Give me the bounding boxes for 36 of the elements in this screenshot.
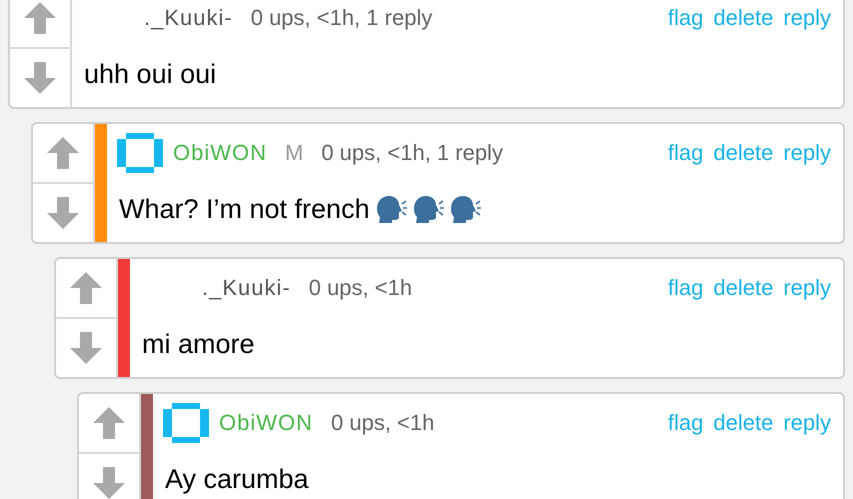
down-arrow-icon [92, 466, 126, 499]
action-link[interactable]: reply [783, 410, 831, 436]
username-link[interactable]: ObiWON [219, 410, 313, 436]
username-link[interactable]: ObiWON [173, 140, 267, 166]
comment-meta: 0 ups, <1h, 1 reply [250, 5, 432, 31]
down-arrow-icon [23, 61, 57, 95]
up-arrow-icon [23, 1, 57, 35]
up-arrow-icon [92, 406, 126, 440]
username-link[interactable]: ._Kuuki- [202, 275, 291, 301]
action-link[interactable]: reply [783, 275, 831, 301]
action-link[interactable]: delete [713, 275, 774, 301]
down-arrow-icon [46, 196, 80, 230]
up-arrow-icon [69, 271, 103, 305]
action-link[interactable]: flag [668, 5, 704, 31]
down-arrow-icon [69, 331, 103, 365]
action-link[interactable]: delete [713, 5, 774, 31]
avatar-icon[interactable] [163, 403, 209, 443]
comment-meta: 0 ups, <1h [308, 275, 412, 301]
comment-text: uhh oui oui [84, 58, 218, 90]
action-link[interactable]: reply [783, 140, 831, 166]
comment-meta: 0 ups, <1h, 1 reply [321, 140, 503, 166]
action-link[interactable]: flag [668, 410, 704, 436]
comment-text: Ay carumba [165, 462, 310, 496]
avatar-icon[interactable] [117, 133, 163, 173]
action-link[interactable]: reply [783, 5, 831, 31]
action-link[interactable]: delete [713, 140, 774, 166]
mod-label: M [285, 140, 304, 166]
action-link[interactable]: delete [713, 410, 774, 436]
action-link[interactable]: flag [668, 140, 704, 166]
comment-text: mi amore [142, 328, 256, 360]
upvote-button[interactable] [10, 0, 70, 49]
up-arrow-icon [46, 136, 80, 170]
comment-meta: 0 ups, <1h [331, 410, 434, 436]
action-link[interactable]: flag [668, 275, 704, 301]
comment-text: Whar? I’m not french [119, 182, 831, 236]
username-link[interactable]: ._Kuuki- [144, 5, 233, 31]
